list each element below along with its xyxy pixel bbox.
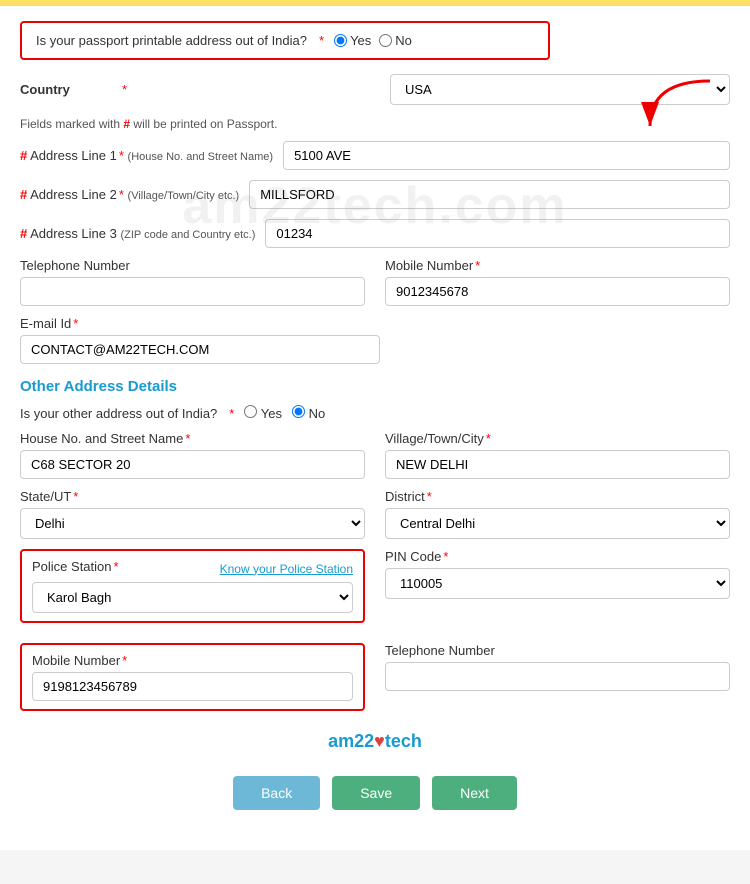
telephone-label: Telephone Number [20,258,365,273]
mobile-label: Mobile Number* [385,258,730,273]
telephone-col: Telephone Number [20,258,365,306]
address-line-3-row: # Address Line 3 (ZIP code and Country e… [20,219,730,248]
other-yes-label[interactable]: Yes [244,405,282,421]
country-row: Country * USA India UK [20,74,730,105]
state-col: State/UT* Delhi Maharashtra Karnataka [20,489,365,539]
mobile2-input[interactable] [32,672,353,701]
heart-icon: ♥ [374,731,385,751]
telephone-input[interactable] [20,277,365,306]
tel2-col: Telephone Number [385,643,730,721]
address-line-2-row: # Address Line 2* (Village/Town/City etc… [20,180,730,209]
pin-select[interactable]: 110005 [385,568,730,599]
district-col: District* Central Delhi North Delhi Sout… [385,489,730,539]
next-button[interactable]: Next [432,776,517,810]
email-input[interactable] [20,335,380,364]
other-address-title: Other Address Details [20,378,730,395]
mobile-col: Mobile Number* [385,258,730,306]
tel2-label: Telephone Number [385,643,730,658]
know-police-link[interactable]: Know your Police Station [220,562,353,576]
passport-radio-group: Yes No [334,33,412,48]
passport-address-box: Is your passport printable address out o… [20,21,550,60]
am22-brand: am22♥tech [20,731,730,752]
police-label: Police Station* [32,559,119,574]
police-header: Police Station* Know your Police Station [32,559,353,578]
fields-note: Fields marked with # will be printed on … [20,117,730,131]
address-line-1-row: # Address Line 1* (House No. and Street … [20,141,730,170]
address-line-1-input[interactable] [283,141,730,170]
address-line-2-input[interactable] [249,180,730,209]
police-col: Police Station* Know your Police Station… [20,549,365,633]
state-district-row: State/UT* Delhi Maharashtra Karnataka Di… [20,489,730,539]
passport-no-radio[interactable] [379,34,392,47]
passport-yes-text: Yes [350,33,371,48]
passport-yes-radio[interactable] [334,34,347,47]
state-label: State/UT* [20,489,365,504]
address-line-3-input[interactable] [265,219,730,248]
district-select[interactable]: Central Delhi North Delhi South Delhi [385,508,730,539]
passport-no-text: No [395,33,412,48]
mobile-input[interactable] [385,277,730,306]
house-col: House No. and Street Name* [20,431,365,479]
country-select-wrap: USA India UK [390,74,730,105]
save-button[interactable]: Save [332,776,420,810]
village-col: Village/Town/City* [385,431,730,479]
passport-required-star: * [319,33,324,48]
police-highlight-box: Police Station* Know your Police Station… [20,549,365,623]
country-label: Country [20,82,120,97]
other-no-label[interactable]: No [292,405,325,421]
mobile2-tel2-row: Mobile Number* Telephone Number [20,643,730,721]
email-field-wrap: E-mail Id* [20,316,730,364]
address-line-1-label: # Address Line 1* (House No. and Street … [20,148,273,163]
police-pin-row: Police Station* Know your Police Station… [20,549,730,633]
tel-mobile-row: Telephone Number Mobile Number* [20,258,730,306]
country-required-star: * [122,82,127,97]
address-line-3-label: # Address Line 3 (ZIP code and Country e… [20,226,255,241]
mobile-highlight-box: Mobile Number* [20,643,365,711]
passport-address-label: Is your passport printable address out o… [36,33,307,48]
other-address-question: Is your other address out of India?* Yes… [20,405,730,421]
address-line-2-label: # Address Line 2* (Village/Town/City etc… [20,187,239,202]
other-no-radio[interactable] [292,405,305,418]
house-input[interactable] [20,450,365,479]
house-label: House No. and Street Name* [20,431,365,446]
email-label: E-mail Id* [20,316,730,331]
state-select[interactable]: Delhi Maharashtra Karnataka [20,508,365,539]
country-select[interactable]: USA India UK [390,74,730,105]
police-select[interactable]: Karol Bagh Connaught Place [32,582,353,613]
house-village-row: House No. and Street Name* Village/Town/… [20,431,730,479]
back-button[interactable]: Back [233,776,320,810]
mobile2-col: Mobile Number* [20,643,365,721]
passport-no-label[interactable]: No [379,33,412,48]
passport-yes-label[interactable]: Yes [334,33,371,48]
pin-label: PIN Code* [385,549,730,564]
pin-col: PIN Code* 110005 [385,549,730,633]
village-input[interactable] [385,450,730,479]
district-label: District* [385,489,730,504]
tel2-input[interactable] [385,662,730,691]
village-label: Village/Town/City* [385,431,730,446]
mobile2-label: Mobile Number* [32,653,353,668]
other-yes-radio[interactable] [244,405,257,418]
button-row: Back Save Next [20,776,730,830]
hash-symbol: # [123,117,130,131]
